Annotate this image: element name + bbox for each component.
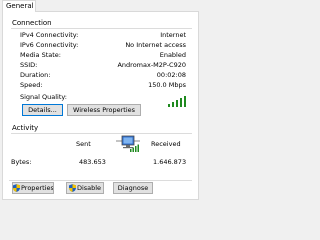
properties-button[interactable]: Properties xyxy=(12,182,54,194)
activity-section-title: Activity xyxy=(12,124,39,132)
media-state-label: Media State: xyxy=(20,51,61,59)
bottom-divider xyxy=(9,180,192,181)
ssid-label: SSID: xyxy=(20,61,38,69)
general-panel: Connection IPv4 Connectivity: Internet I… xyxy=(2,11,199,200)
tab-general-label: General xyxy=(6,2,34,10)
ssid-value: Andromax-M2P-C920 xyxy=(117,61,186,69)
speed-value: 150.0 Mbps xyxy=(148,81,186,89)
shield-icon xyxy=(68,184,76,192)
wireless-properties-button[interactable]: Wireless Properties xyxy=(67,104,141,116)
signal-bar xyxy=(184,96,186,107)
bytes-received-value: 1.646.873 xyxy=(153,158,187,166)
ipv6-value: No Internet access xyxy=(125,41,186,49)
duration-value: 00:02:08 xyxy=(156,71,186,79)
properties-button-label: Properties xyxy=(21,184,54,192)
signal-bar xyxy=(168,104,170,107)
diagnose-button[interactable]: Diagnose xyxy=(113,182,153,194)
disable-button[interactable]: Disable xyxy=(66,182,104,194)
details-button[interactable]: Details... xyxy=(22,104,63,116)
disable-button-label: Disable xyxy=(76,184,102,192)
received-label: Received xyxy=(151,140,181,148)
connection-divider xyxy=(11,28,192,29)
duration-label: Duration: xyxy=(20,71,51,79)
connection-section-title: Connection xyxy=(12,19,52,27)
signal-bar xyxy=(172,102,174,107)
signal-strength-icon xyxy=(168,96,186,107)
bytes-sent-value: 483.653 xyxy=(79,158,106,166)
speed-label: Speed: xyxy=(20,81,43,89)
ipv4-label: IPv4 Connectivity: xyxy=(20,31,79,39)
shield-icon xyxy=(13,184,20,192)
bytes-label: Bytes: xyxy=(11,158,32,166)
network-activity-icon xyxy=(116,135,140,152)
signal-quality-label: Signal Quality: xyxy=(20,93,67,101)
ipv4-value: Internet xyxy=(160,31,186,39)
sent-label: Sent xyxy=(76,140,91,148)
signal-bar xyxy=(180,98,182,107)
wifi-status-dialog: General Connection IPv4 Connectivity: In… xyxy=(0,0,200,200)
tab-general[interactable]: General xyxy=(2,0,36,12)
media-state-value: Enabled xyxy=(159,51,186,59)
ipv6-label: IPv6 Connectivity: xyxy=(20,41,79,49)
activity-divider xyxy=(11,133,192,134)
signal-bar xyxy=(176,100,178,107)
